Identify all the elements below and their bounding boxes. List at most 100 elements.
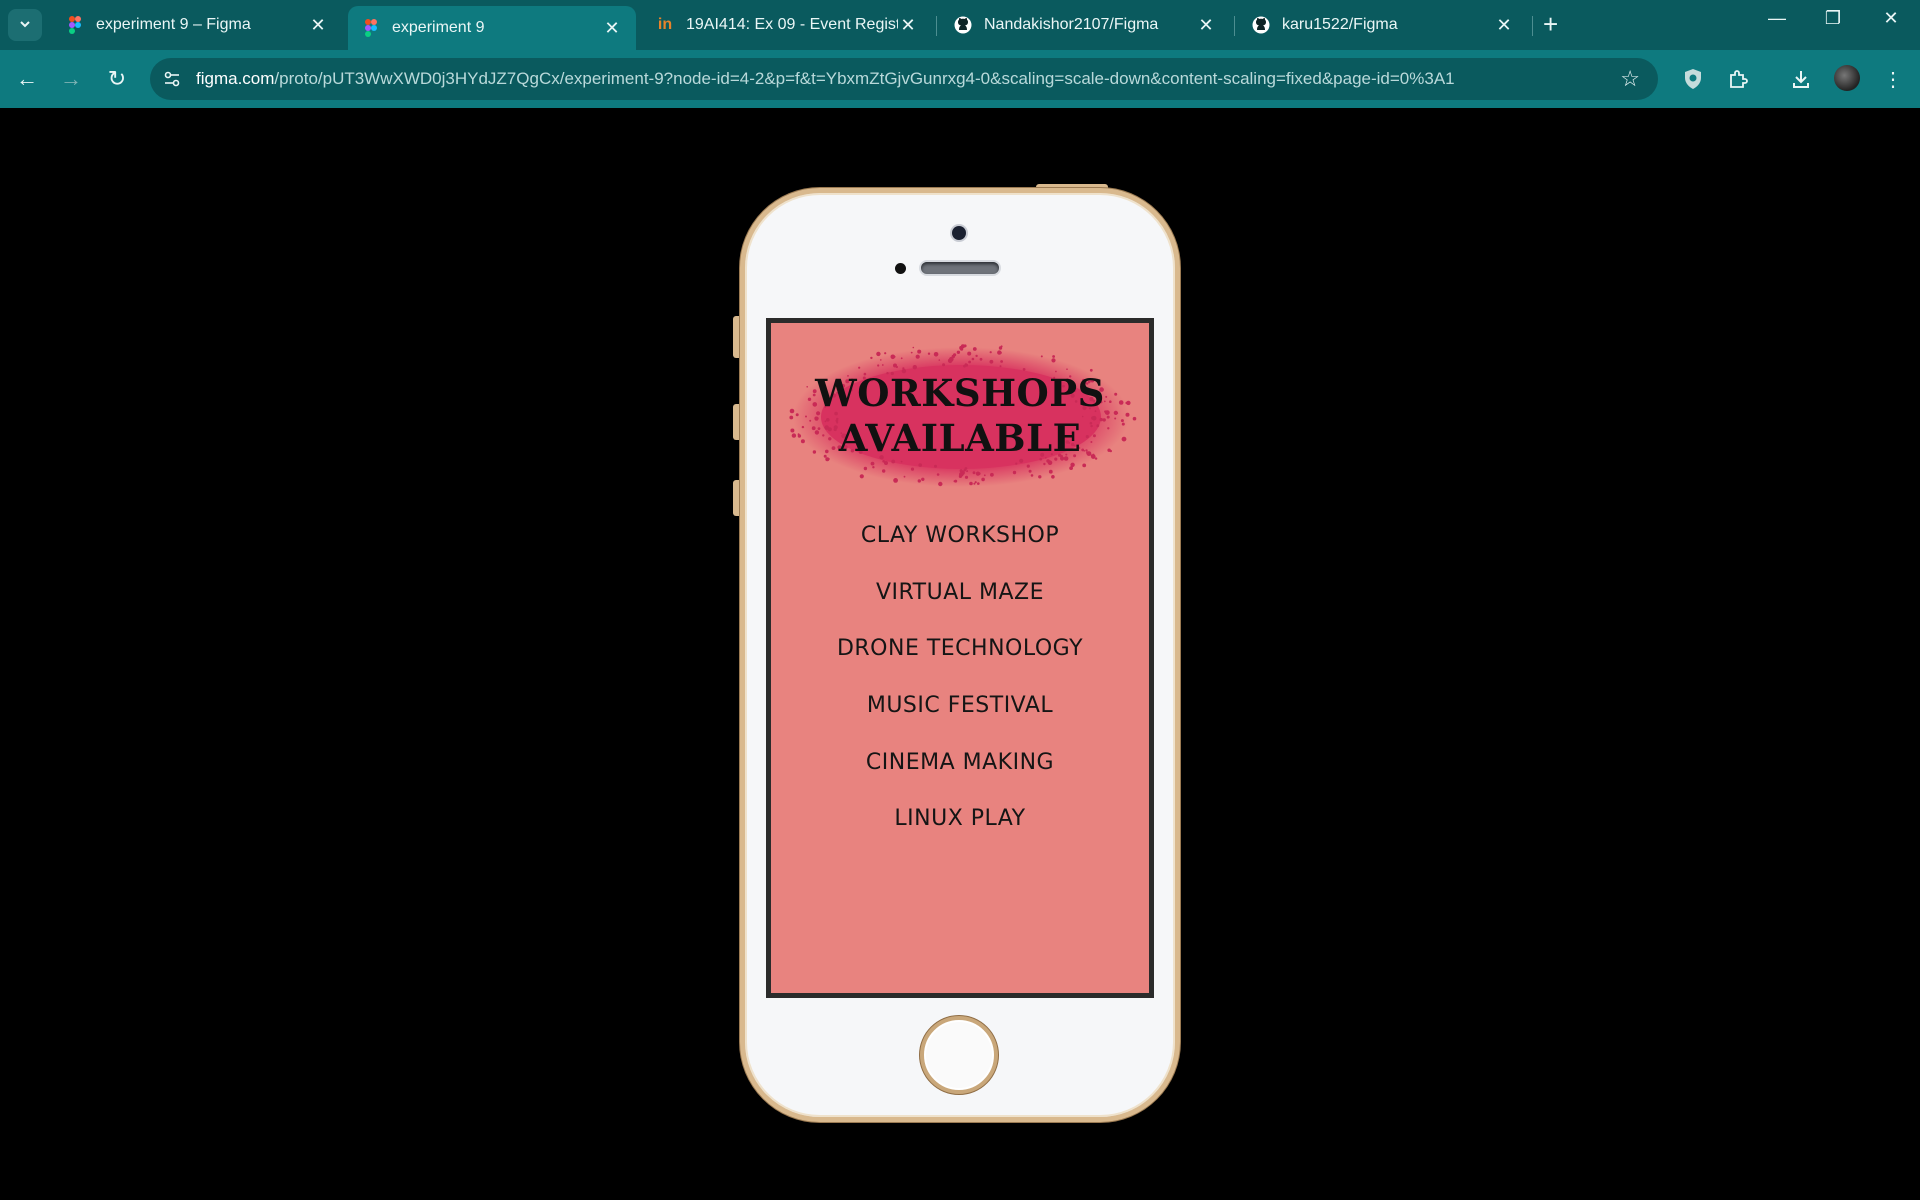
- splash-speck: [1082, 463, 1087, 468]
- splash-speck: [1028, 469, 1032, 473]
- tab-karu1522-figma[interactable]: karu1522/Figma ✕: [1238, 6, 1528, 44]
- back-button[interactable]: ←: [12, 64, 42, 94]
- splash-speck: [967, 351, 972, 356]
- close-icon[interactable]: ✕: [1196, 15, 1216, 36]
- splash-speck: [1000, 360, 1003, 363]
- splash-speck: [938, 359, 941, 361]
- home-button[interactable]: [920, 1016, 998, 1094]
- splash-speck: [959, 469, 963, 473]
- restore-icon: ❐: [1824, 8, 1842, 28]
- splash-speck: [942, 363, 946, 367]
- workshop-item[interactable]: CINEMA MAKING: [771, 750, 1149, 807]
- splash-speck: [915, 354, 920, 359]
- splash-speck: [917, 349, 922, 354]
- splash-speck: [884, 352, 887, 355]
- splash-speck: [921, 477, 925, 481]
- chevron-down-icon: [18, 17, 32, 34]
- workshop-item[interactable]: DRONE TECHNOLOGY: [771, 636, 1149, 693]
- splash-speck: [1051, 358, 1056, 363]
- splash-speck: [966, 470, 969, 473]
- workshop-item[interactable]: LINUX PLAY: [771, 806, 1149, 863]
- splash-speck: [1052, 355, 1055, 358]
- splash-speck: [927, 352, 931, 355]
- restore-button[interactable]: ❐: [1813, 8, 1853, 29]
- splash-speck: [968, 360, 971, 364]
- workshop-item[interactable]: VIRTUAL MAZE: [771, 580, 1149, 637]
- bookmark-star-icon[interactable]: ☆: [1620, 66, 1640, 92]
- extensions-puzzle-icon[interactable]: [1723, 64, 1753, 94]
- splash-speck: [975, 354, 978, 358]
- arrow-right-icon: →: [60, 66, 82, 91]
- splash-speck: [953, 353, 957, 357]
- splash-speck: [990, 472, 994, 477]
- page-title: WORKSHOPS AVAILABLE: [771, 371, 1149, 461]
- tab-title: karu1522/Figma: [1282, 16, 1398, 33]
- splash-speck: [863, 466, 868, 471]
- arrow-left-icon: ←: [16, 66, 38, 91]
- splash-speck: [973, 482, 976, 485]
- workshop-list: CLAY WORKSHOP VIRTUAL MAZE DRONE TECHNOLOG…: [771, 523, 1149, 863]
- more-menu-icon[interactable]: ⋮: [1878, 64, 1908, 94]
- splash-speck: [981, 477, 985, 482]
- address-bar[interactable]: figma.com/proto/pUT3WwXWD0j3HYdJZ7QgCx/e…: [150, 58, 1658, 100]
- shield-extension-icon[interactable]: [1678, 64, 1708, 94]
- minimize-icon: —: [1768, 8, 1786, 28]
- tab-search-button[interactable]: [8, 9, 42, 41]
- close-icon[interactable]: ✕: [898, 15, 918, 36]
- splash-speck: [910, 351, 913, 354]
- proximity-sensor: [895, 263, 906, 274]
- tab-experiment-9-figma[interactable]: experiment 9 – Figma ✕: [52, 6, 342, 44]
- close-icon[interactable]: ✕: [602, 18, 622, 39]
- tab-experiment-9[interactable]: experiment 9 ✕: [348, 6, 636, 50]
- reload-button[interactable]: ↻: [102, 64, 132, 94]
- close-icon[interactable]: ✕: [1494, 15, 1514, 36]
- splash-speck: [870, 356, 873, 360]
- workshop-item[interactable]: MUSIC FESTIVAL: [771, 693, 1149, 750]
- new-tab-button[interactable]: +: [1543, 10, 1558, 38]
- splash-speck: [872, 466, 875, 469]
- splash-speck: [881, 364, 884, 366]
- close-icon: ✕: [1883, 8, 1899, 28]
- splash-speck: [912, 346, 915, 349]
- site-settings-icon[interactable]: [160, 67, 184, 91]
- splash-speck: [960, 344, 965, 349]
- splash-speck: [1069, 466, 1073, 470]
- splash-speck: [972, 347, 977, 351]
- browser-toolbar: ← → ↻ figma.com/proto/pUT3WwXWD0j3HYdJZ7…: [0, 50, 1920, 108]
- workshop-item[interactable]: CLAY WORKSHOP: [771, 523, 1149, 580]
- splash-speck: [859, 474, 864, 479]
- splash-speck: [977, 482, 980, 485]
- splash-speck: [1051, 475, 1055, 479]
- splash-speck: [858, 366, 861, 369]
- minimize-button[interactable]: —: [1757, 8, 1797, 29]
- splash-speck: [997, 350, 1002, 355]
- tab-strip: experiment 9 – Figma ✕ experiment 9 ✕ in…: [0, 0, 1920, 50]
- in-icon: in: [657, 16, 673, 33]
- splash-speck: [983, 474, 986, 477]
- plus-icon: +: [1543, 9, 1559, 39]
- url-path: /proto/pUT3WwXWD0j3HYdJZ7QgCx/experiment…: [274, 69, 1455, 88]
- splash-speck: [903, 475, 906, 478]
- splash-speck: [880, 359, 882, 361]
- close-icon[interactable]: ✕: [308, 15, 328, 36]
- splash-speck: [938, 481, 943, 487]
- tab-title: experiment 9: [392, 19, 485, 36]
- splash-speck: [893, 478, 898, 483]
- forward-button[interactable]: →: [56, 64, 86, 94]
- title-line-1: WORKSHOPS: [815, 371, 1105, 415]
- profile-avatar[interactable]: [1834, 65, 1860, 91]
- front-camera: [952, 226, 966, 240]
- github-icon: [1252, 16, 1270, 34]
- splash-speck: [989, 351, 992, 354]
- download-icon[interactable]: [1786, 64, 1816, 94]
- splash-speck: [912, 365, 917, 370]
- close-window-button[interactable]: ✕: [1871, 8, 1911, 29]
- tab-event-registration[interactable]: in 19AI414: Ex 09 - Event Registrat ✕: [642, 6, 932, 44]
- tab-separator: [1532, 16, 1533, 36]
- splash-speck: [934, 464, 937, 468]
- prototype-screen: WORKSHOPS AVAILABLE CLAY WORKSHOP VIRTUAL…: [766, 318, 1154, 998]
- splash-speck: [959, 472, 964, 477]
- splash-speck: [1026, 464, 1030, 468]
- tab-nandakishor-figma[interactable]: Nandakishor2107/Figma ✕: [940, 6, 1230, 44]
- earpiece-speaker: [921, 262, 999, 274]
